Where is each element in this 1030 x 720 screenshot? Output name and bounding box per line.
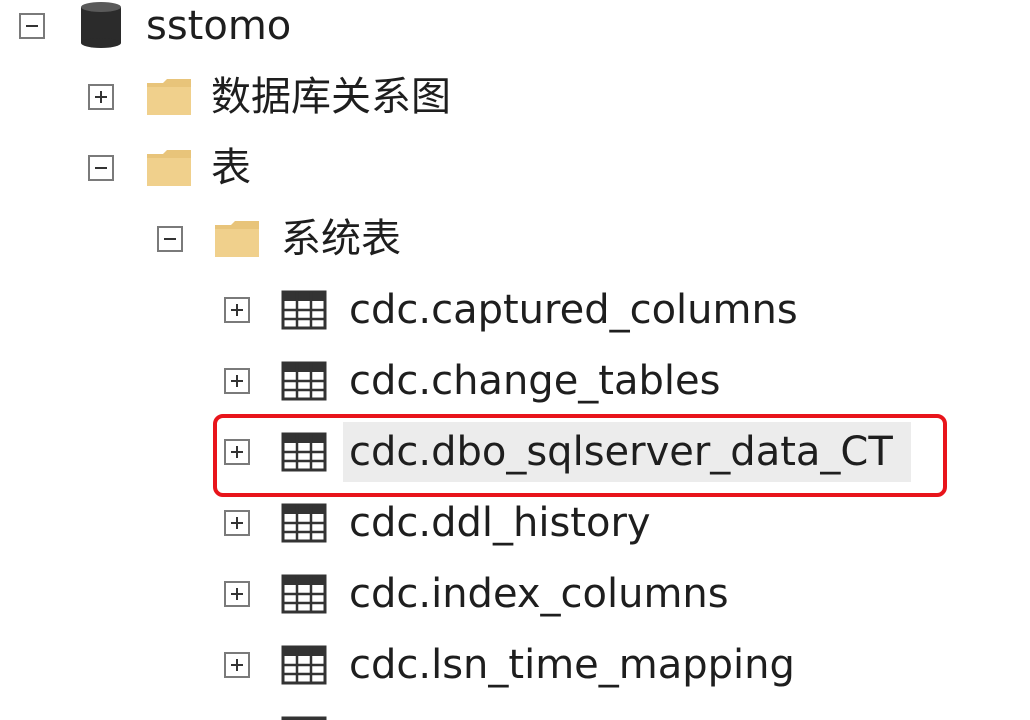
- collapse-toggle-icon[interactable]: [19, 13, 45, 39]
- table-icon: [281, 290, 327, 330]
- expand-toggle-icon[interactable]: [88, 84, 114, 110]
- collapse-toggle-icon[interactable]: [157, 226, 183, 252]
- tree-node-label: cdc.ddl_history: [349, 500, 651, 546]
- tree-node-label: 系统表: [281, 216, 401, 262]
- table-icon: [281, 361, 327, 401]
- folder-icon: [147, 79, 191, 115]
- tree-node-label: cdc.captured_columns: [349, 287, 798, 333]
- tree-node-system-tables[interactable]: 系统表: [0, 209, 1030, 269]
- tree-node-table[interactable]: cdc.lsn_time_mapping: [0, 635, 1030, 695]
- tree-node-label: 表: [211, 145, 251, 191]
- tree-node-label: sstomo: [146, 3, 292, 49]
- tree-node-tables[interactable]: 表: [0, 138, 1030, 198]
- tree-node-label: 数据库关系图: [211, 74, 451, 120]
- tree-node-label: cdc.change_tables: [349, 358, 721, 404]
- object-explorer-tree: sstomo 数据库关系图 表 系统表 cdc.captured_columns…: [0, 0, 1030, 720]
- tree-node-label: cdc.lsn_time_mapping: [349, 642, 795, 688]
- expand-toggle-icon[interactable]: [224, 510, 250, 536]
- table-icon: [281, 716, 327, 720]
- table-icon: [281, 645, 327, 685]
- table-icon: [281, 503, 327, 543]
- database-icon: [81, 2, 121, 48]
- tree-node-table[interactable]: cdc.change_tables: [0, 351, 1030, 411]
- highlight-annotation-box: [213, 414, 947, 497]
- expand-toggle-icon[interactable]: [224, 652, 250, 678]
- tree-node-table[interactable]: cdc.captured_columns: [0, 280, 1030, 340]
- expand-toggle-icon[interactable]: [224, 368, 250, 394]
- tree-node-database-diagrams[interactable]: 数据库关系图: [0, 67, 1030, 127]
- expand-toggle-icon[interactable]: [224, 297, 250, 323]
- expand-toggle-icon[interactable]: [224, 581, 250, 607]
- tree-node-partial: [0, 706, 1030, 720]
- tree-node-table[interactable]: cdc.index_columns: [0, 564, 1030, 624]
- tree-node-table[interactable]: cdc.ddl_history: [0, 493, 1030, 553]
- tree-node-label: cdc.index_columns: [349, 571, 729, 617]
- folder-icon: [215, 221, 259, 257]
- table-icon: [281, 574, 327, 614]
- folder-icon: [147, 150, 191, 186]
- tree-node-database[interactable]: sstomo: [0, 0, 1030, 56]
- collapse-toggle-icon[interactable]: [88, 155, 114, 181]
